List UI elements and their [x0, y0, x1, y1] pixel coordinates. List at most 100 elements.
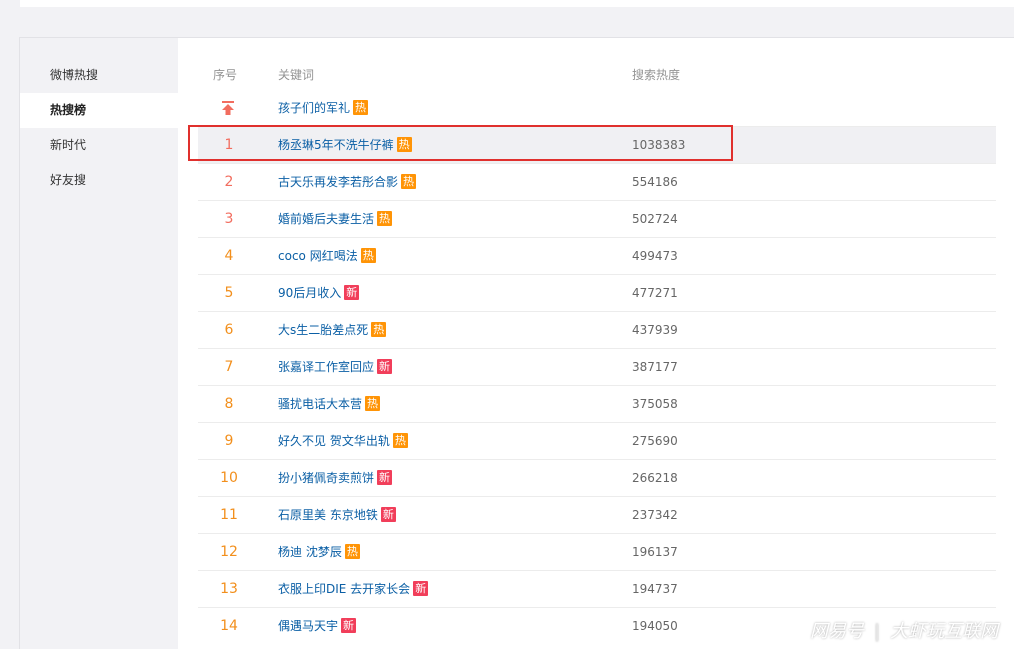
heat-value: 1038383: [632, 138, 686, 152]
table-row: 4 coco 网红喝法热 499473: [198, 237, 996, 274]
keyword-link[interactable]: 扮小猪佩奇卖煎饼: [278, 471, 374, 485]
watermark-separator: |: [874, 621, 881, 642]
keyword-link[interactable]: 衣服上印DIE 去开家长会: [278, 582, 410, 596]
table-body: 1 杨丞琳5年不洗牛仔裤热 1038383 2 古天乐再发李若彤合影热 554186 3 婚前…: [198, 126, 996, 644]
keyword-cell: 石原里美 东京地铁新: [278, 497, 396, 533]
sidebar: 微博热搜 热搜榜 新时代 好友搜: [20, 38, 178, 649]
table-row: 2 古天乐再发李若彤合影热 554186: [198, 163, 996, 200]
hot-badge: 热: [353, 100, 369, 115]
keyword-cell: 骚扰电话大本营热: [278, 386, 381, 422]
rank-number: 5: [224, 285, 234, 301]
keyword-cell: 偶遇马天宇新: [278, 608, 357, 644]
top-bar: [20, 0, 1014, 7]
keyword-cell: 古天乐再发李若彤合影热: [278, 164, 417, 200]
keyword-link[interactable]: 偶遇马天宇: [278, 619, 338, 633]
header-heat: 搜索热度: [632, 68, 681, 82]
sidebar-item-weibo-hot[interactable]: 微博热搜: [20, 58, 178, 93]
heat-value: 477271: [632, 286, 678, 300]
keyword-link[interactable]: 杨迪 沈梦辰: [278, 545, 342, 559]
rank-number: 14: [220, 618, 238, 634]
pinned-keyword-cell: 孩子们的军礼热: [278, 90, 369, 126]
keyword-cell: 婚前婚后夫妻生活热: [278, 201, 393, 237]
table-row: 9 好久不见 贺文华出轨热 275690: [198, 422, 996, 459]
rank-number: 12: [220, 544, 238, 560]
keyword-cell: 扮小猪佩奇卖煎饼新: [278, 460, 393, 496]
pinned-row: 孩子们的军礼热: [198, 90, 996, 126]
watermark-left: 网易号: [810, 621, 864, 642]
watermark-right: 大虾玩互联网: [890, 621, 999, 642]
pin-top-icon: [221, 101, 235, 115]
keyword-cell: 张嘉译工作室回应新: [278, 349, 393, 385]
hot-badge: 热: [344, 544, 360, 559]
hot-badge: 热: [360, 248, 376, 263]
table-row: 10 扮小猪佩奇卖煎饼新 266218: [198, 459, 996, 496]
rank-number: 1: [224, 137, 234, 153]
heat-value: 266218: [632, 471, 678, 485]
new-badge: 新: [341, 618, 357, 633]
heat-value: 554186: [632, 175, 678, 189]
new-badge: 新: [413, 581, 429, 596]
keyword-link[interactable]: 杨丞琳5年不洗牛仔裤: [278, 138, 394, 152]
keyword-link[interactable]: 90后月收入: [278, 286, 341, 300]
table-row: 8 骚扰电话大本营热 375058: [198, 385, 996, 422]
table-row: 6 大s生二胎差点死热 437939: [198, 311, 996, 348]
rank-number: 7: [224, 359, 234, 375]
table-row: 12 杨迪 沈梦辰热 196137: [198, 533, 996, 570]
watermark: 网易号 | 大虾玩互联网: [810, 617, 998, 643]
table-row: 1 杨丞琳5年不洗牛仔裤热 1038383: [198, 126, 996, 163]
rank-number: 8: [224, 396, 234, 412]
header-keyword: 关键词: [278, 68, 315, 82]
keyword-link[interactable]: 骚扰电话大本营: [278, 397, 362, 411]
hot-badge: 热: [396, 137, 412, 152]
sidebar-item-hot-list[interactable]: 热搜榜: [20, 93, 178, 128]
heat-value: 194050: [632, 619, 678, 633]
heat-value: 275690: [632, 434, 678, 448]
heat-value: 237342: [632, 508, 678, 522]
heat-value: 499473: [632, 249, 678, 263]
table-row: 7 张嘉译工作室回应新 387177: [198, 348, 996, 385]
keyword-link[interactable]: coco 网红喝法: [278, 249, 358, 263]
keyword-cell: 杨迪 沈梦辰热: [278, 534, 360, 570]
rank-number: 9: [224, 433, 234, 449]
heat-value: 375058: [632, 397, 678, 411]
hot-list-table: 序号 关键词 搜索热度 孩子们的军礼热 1 杨丞琳5年不洗牛仔裤热 1038383 2…: [198, 38, 996, 644]
heat-value: 387177: [632, 360, 678, 374]
keyword-link[interactable]: 婚前婚后夫妻生活: [278, 212, 374, 226]
pinned-keyword-link[interactable]: 孩子们的军礼: [278, 101, 350, 115]
heat-value: 437939: [632, 323, 678, 337]
hot-badge: 热: [377, 211, 393, 226]
hot-badge: 热: [392, 433, 408, 448]
table-row: 3 婚前婚后夫妻生活热 502724: [198, 200, 996, 237]
table-row: 11 石原里美 东京地铁新 237342: [198, 496, 996, 533]
keyword-link[interactable]: 大s生二胎差点死: [278, 323, 368, 337]
rank-number: 4: [224, 248, 234, 264]
keyword-link[interactable]: 张嘉译工作室回应: [278, 360, 374, 374]
new-badge: 新: [380, 507, 396, 522]
keyword-cell: 衣服上印DIE 去开家长会新: [278, 571, 429, 607]
hot-badge: 热: [401, 174, 417, 189]
sidebar-item-new-era[interactable]: 新时代: [20, 128, 178, 163]
hot-search-panel: 微博热搜 热搜榜 新时代 好友搜 序号 关键词 搜索热度 孩子们的军礼热 1 杨丞…: [19, 37, 1014, 649]
keyword-link[interactable]: 古天乐再发李若彤合影: [278, 175, 398, 189]
heat-value: 194737: [632, 582, 678, 596]
hot-badge: 热: [365, 396, 381, 411]
keyword-cell: coco 网红喝法热: [278, 238, 376, 274]
hot-badge: 热: [371, 322, 387, 337]
sidebar-item-friends-search[interactable]: 好友搜: [20, 163, 178, 198]
heat-value: 502724: [632, 212, 678, 226]
rank-number: 10: [220, 470, 238, 486]
keyword-link[interactable]: 好久不见 贺文华出轨: [278, 434, 390, 448]
keyword-cell: 好久不见 贺文华出轨热: [278, 423, 408, 459]
rank-number: 3: [224, 211, 234, 227]
rank-number: 6: [224, 322, 234, 338]
keyword-cell: 杨丞琳5年不洗牛仔裤热: [278, 127, 412, 163]
new-badge: 新: [344, 285, 360, 300]
table-row: 5 90后月收入新 477271: [198, 274, 996, 311]
new-badge: 新: [377, 470, 393, 485]
new-badge: 新: [377, 359, 393, 374]
header-rank: 序号: [213, 68, 238, 82]
rank-number: 11: [220, 507, 238, 523]
heat-value: 196137: [632, 545, 678, 559]
keyword-link[interactable]: 石原里美 东京地铁: [278, 508, 378, 522]
keyword-cell: 大s生二胎差点死热: [278, 312, 387, 348]
